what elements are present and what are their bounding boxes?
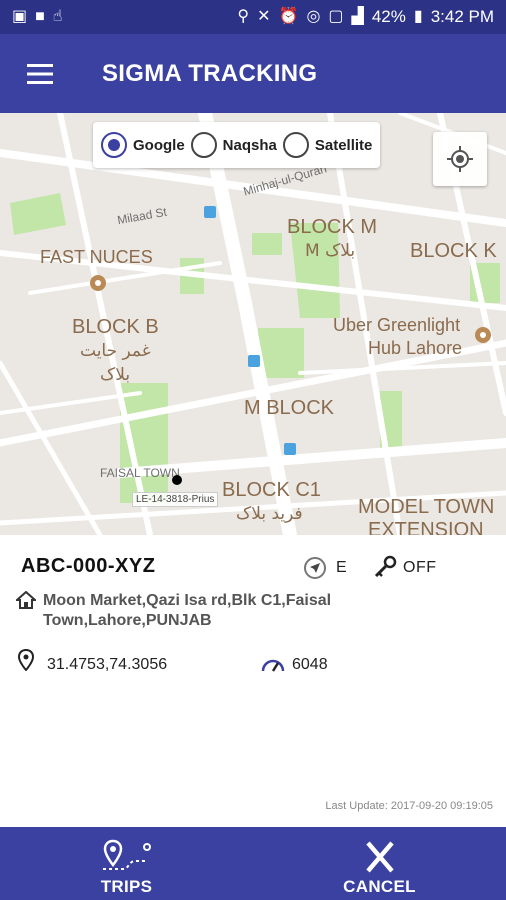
radio-naqsha-icon (190, 132, 217, 158)
ignition-key-icon (373, 555, 397, 584)
bottom-action-bar: TRIPS CANCEL (0, 827, 506, 900)
vehicle-marker[interactable] (172, 475, 182, 485)
app-title: SIGMA TRACKING (102, 59, 318, 87)
map-label-block-k: BLOCK K (410, 240, 497, 262)
vehicle-coordinates: 31.4753,74.3056 (47, 656, 168, 673)
status-bar-system: ⚲ ✕ ⏰ ◎ ▢ ▟ 42% ▮ 3:42 PM (237, 7, 494, 27)
app-bar: SIGMA TRACKING (0, 34, 506, 113)
vehicle-id: ABC-000-XYZ (21, 555, 156, 577)
battery-icon: ▮ (413, 8, 423, 25)
map-type-selector: Google Naqsha Satellite (93, 122, 381, 168)
location-pin-icon (17, 648, 35, 676)
map-label-block-m: BLOCK M (287, 216, 378, 238)
map-label-model-town: MODEL TOWN (358, 496, 495, 518)
map-view[interactable]: Minhaj-ul-Quran Milaad St BLOCK M M بلاک… (0, 113, 506, 535)
map-type-google[interactable]: Google (101, 132, 185, 158)
status-bar: ▣ ■ ☝ ⚲ ✕ ⏰ ◎ ▢ ▟ 42% ▮ 3:42 PM (0, 0, 506, 34)
crosshair-icon (447, 146, 473, 172)
hamburger-menu-icon (27, 63, 53, 84)
map-label-block-c1-urdu: فرید بلاک (236, 504, 303, 524)
vehicle-address: Moon Market,Qazi Isa rd,Blk C1,Faisal To… (43, 592, 332, 629)
radio-satellite-icon (282, 132, 309, 158)
cancel-label: CANCEL (343, 877, 416, 896)
menu-button[interactable] (0, 34, 80, 113)
map-label-block-b-urdu-2: بلاک (100, 365, 131, 385)
wifi-status-icon: ◎ (306, 8, 321, 25)
cancel-button[interactable]: CANCEL (253, 827, 506, 900)
map-label-faisal-town: FAISAL TOWN (100, 466, 180, 480)
map-type-satellite-label: Satellite (314, 136, 373, 154)
my-location-button[interactable] (433, 132, 487, 186)
map-type-satellite[interactable]: Satellite (282, 132, 373, 158)
battery-percent: 42% (371, 7, 406, 26)
direction-value: E (336, 559, 347, 576)
nfc-status-icon: ▢ (328, 8, 344, 25)
map-label-fast-nuces: FAST NUCES (40, 247, 153, 267)
status-bar-notifications: ▣ ■ ☝ (12, 9, 63, 25)
vehicle-info-panel: ABC-000-XYZ E OFF Moon Market,Qazi Isa r… (0, 535, 506, 827)
map-type-naqsha-label: Naqsha (222, 136, 277, 154)
home-icon (14, 590, 38, 614)
odometer-value: 6048 (292, 656, 328, 673)
direction-icon (304, 557, 326, 579)
trips-label: TRIPS (100, 877, 153, 896)
map-label-block-c1: BLOCK C1 (222, 479, 321, 501)
map-label-block-b-urdu-1: غمر حایت (80, 341, 151, 361)
touch-notification-icon: ☝ (52, 8, 63, 25)
speedometer-icon (261, 655, 285, 678)
map-label-block-m-urdu: M بلاک (305, 241, 356, 261)
map-label-uber-2: Hub Lahore (368, 338, 463, 358)
map-type-naqsha[interactable]: Naqsha (190, 132, 277, 158)
location-status-icon: ⚲ (237, 8, 250, 25)
last-update: Last Update: 2017-09-20 09:19:05 (325, 800, 493, 812)
alarm-status-icon: ⏰ (278, 8, 299, 25)
status-time: 3:42 PM (430, 7, 494, 26)
image-notification-icon: ▣ (12, 8, 28, 25)
radio-google-icon (101, 132, 127, 158)
map-label-block-b: BLOCK B (72, 316, 159, 338)
signal-status-icon: ▟ (351, 8, 364, 25)
map-label-m-block: M BLOCK (244, 397, 335, 419)
map-label-uber-1: Uber Greenlight (333, 315, 461, 335)
map-type-google-label: Google (133, 136, 185, 154)
message-notification-icon: ■ (35, 8, 45, 25)
vehicle-marker-label: LE-14-3818-Prius (132, 492, 219, 507)
map-label-extension: EXTENSION (368, 519, 484, 535)
close-icon (365, 841, 394, 873)
trips-button[interactable]: TRIPS (0, 827, 253, 900)
trips-route-icon (102, 839, 151, 870)
ignition-status: OFF (403, 559, 437, 576)
mute-status-icon: ✕ (257, 8, 271, 25)
